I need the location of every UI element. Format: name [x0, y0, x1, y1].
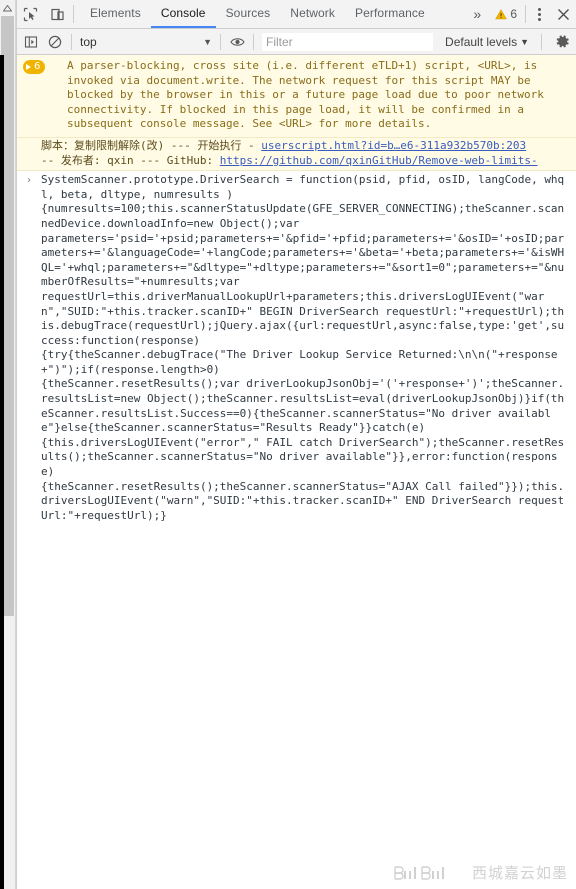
script-line-2: -- 发布者: qxin --- GitHub:: [41, 153, 220, 167]
tabbar-right-group: » 6: [465, 0, 576, 28]
code-line-6: {theScanner.resetResults();var driverLoo…: [41, 377, 565, 435]
close-icon[interactable]: [550, 0, 576, 28]
toolbar-divider-5: [253, 33, 254, 50]
chevron-down-icon-2: ▼: [520, 36, 529, 47]
violation-group-badge[interactable]: 6: [23, 60, 46, 74]
console-message-list[interactable]: 6 A parser-blocking, cross site (i.e. di…: [17, 55, 576, 889]
message-gutter: [17, 139, 41, 168]
watermark-text: 西城嘉云如墨: [471, 864, 568, 882]
console-sidebar-icon[interactable]: [19, 30, 43, 54]
bilibili-logo-icon: [392, 863, 466, 883]
log-levels-label: Default levels: [445, 34, 518, 49]
execution-context-select[interactable]: top ▼: [76, 32, 216, 52]
tab-elements[interactable]: Elements: [80, 0, 151, 28]
inspect-element-icon[interactable]: [17, 0, 44, 28]
clear-console-icon[interactable]: [43, 30, 67, 54]
violation-badge-cell: 6: [17, 59, 67, 132]
toolbar-divider-4: [220, 33, 221, 50]
code-line-8: {theScanner.resetResults();theScanner.sc…: [41, 479, 565, 522]
script-info-content: 脚本：复制限制解除(改) --- 开始执行 - userscript.html?…: [41, 139, 576, 168]
devtools-tabbar: Elements Console Sources Network Perform…: [17, 0, 576, 29]
kebab-dots: [537, 7, 541, 21]
device-toolbar-icon[interactable]: [44, 0, 71, 28]
tab-performance-label: Performance: [355, 6, 425, 20]
toolbar-divider-3: [71, 33, 72, 50]
filter-input[interactable]: [262, 32, 434, 51]
code-block: SystemScanner.prototype.DriverSearch = f…: [41, 173, 576, 523]
watermark: 西城嘉云如墨: [392, 862, 568, 883]
console-toolbar: top ▼ Default levels ▼: [17, 29, 576, 55]
expand-arrow-icon[interactable]: ›: [17, 173, 41, 523]
tab-sources[interactable]: Sources: [216, 0, 281, 28]
violation-count-label: 6: [34, 60, 41, 72]
console-message-code[interactable]: › SystemScanner.prototype.DriverSearch =…: [17, 171, 576, 526]
more-tabs-label: »: [473, 6, 482, 22]
script-source-link[interactable]: userscript.html?id=b…e6-311a932b570b:203: [261, 139, 526, 152]
tab-network[interactable]: Network: [280, 0, 345, 28]
toolbar-divider-2: [525, 5, 526, 23]
github-link[interactable]: https://github.com/qxinGitHub/Remove-web…: [220, 154, 538, 167]
more-tabs-chevron-icon[interactable]: »: [465, 0, 489, 28]
expand-triangle-icon: [26, 64, 31, 70]
warning-triangle-icon: [495, 8, 508, 19]
settings-gear-icon[interactable]: [548, 30, 576, 54]
tab-elements-label: Elements: [90, 6, 141, 20]
kebab-menu-icon[interactable]: [528, 0, 550, 28]
page-edge-strip: [0, 55, 4, 889]
script-line-1: 脚本：复制限制解除(改) --- 开始执行 -: [41, 138, 262, 152]
chevron-down-icon: ▼: [203, 36, 212, 47]
scrollbar-up-arrow-icon[interactable]: [0, 0, 15, 16]
toolbar-divider: [73, 5, 74, 23]
code-line-4: requestUrl=this.driverManualLookupUrl+pa…: [41, 289, 565, 347]
code-line-3: parameters='psid='+psid;parameters+='&pf…: [41, 231, 565, 289]
panel-tabs: Elements Console Sources Network Perform…: [80, 0, 435, 28]
tab-performance[interactable]: Performance: [345, 0, 435, 28]
devtools-panel: Elements Console Sources Network Perform…: [16, 0, 576, 889]
code-line-1: SystemScanner.prototype.DriverSearch = f…: [41, 173, 565, 201]
execution-context-value: top: [80, 34, 97, 49]
live-expression-icon[interactable]: [225, 30, 249, 54]
devtools-window: Elements Console Sources Network Perform…: [0, 0, 576, 889]
tab-console[interactable]: Console: [150, 0, 216, 28]
code-line-7: {this.driversLogUIEvent("error"," FAIL c…: [41, 435, 565, 479]
violation-message-text: A parser-blocking, cross site (i.e. diff…: [67, 59, 551, 131]
code-line-5: {try{theScanner.debugTrace("The Driver L…: [41, 348, 558, 376]
tab-sources-label: Sources: [225, 6, 271, 20]
console-message-script-info[interactable]: 脚本：复制限制解除(改) --- 开始执行 - userscript.html?…: [17, 137, 576, 172]
code-line-2: {numresults=100;this.scannerStatusUpdate…: [41, 202, 565, 230]
console-message-violation[interactable]: 6 A parser-blocking, cross site (i.e. di…: [17, 55, 576, 138]
tab-console-label: Console: [160, 6, 206, 20]
log-levels-select[interactable]: Default levels ▼: [437, 35, 537, 49]
tab-network-label: Network: [290, 6, 336, 20]
warning-count-badge[interactable]: 6: [489, 0, 523, 28]
toolbar-divider-6: [541, 33, 542, 50]
warning-count-label: 6: [510, 7, 517, 21]
